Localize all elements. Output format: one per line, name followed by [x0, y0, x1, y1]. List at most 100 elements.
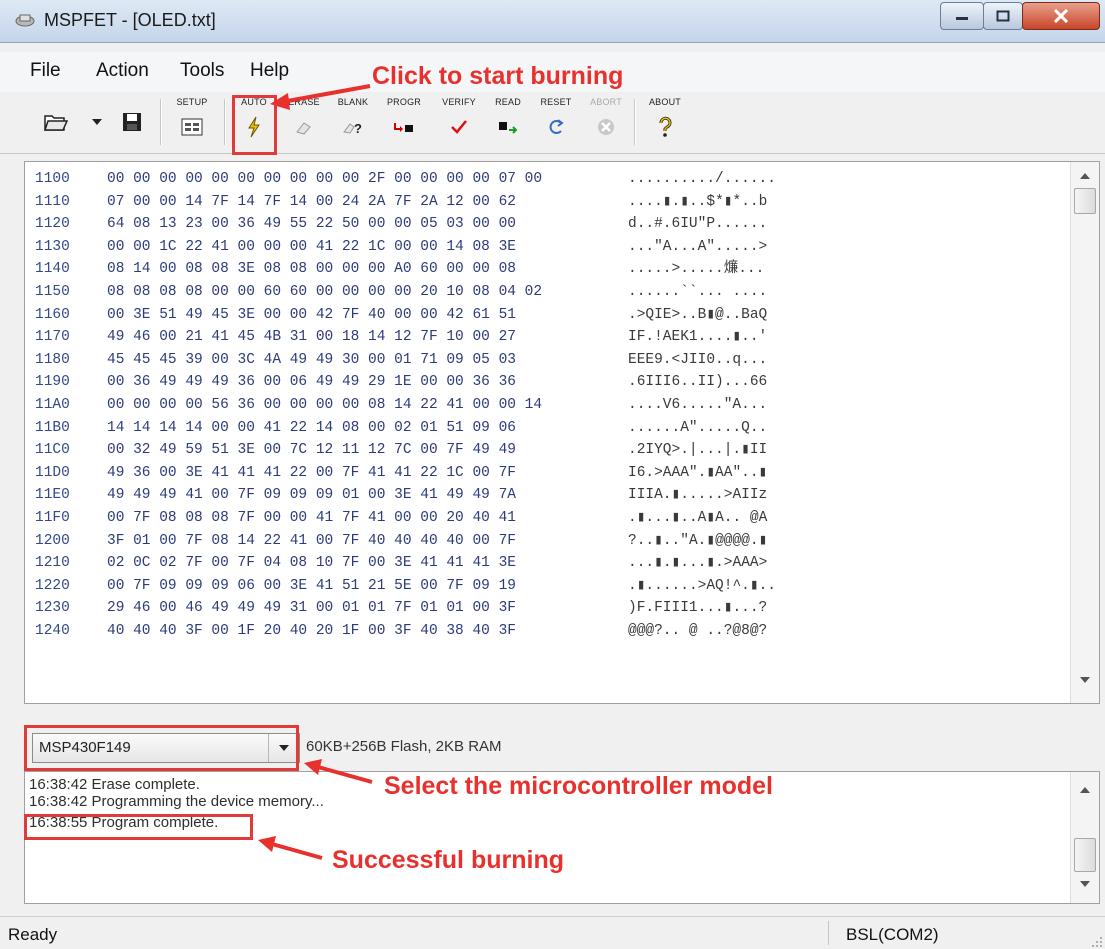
hex-row[interactable]: 11D0 49 36 00 3E 41 41 41 22 00 7F 41 41 … [25, 462, 1069, 485]
hex-row[interactable]: 1240 40 40 40 3F 00 1F 20 40 20 1F 00 3F … [25, 620, 1069, 643]
hex-row[interactable]: 1150 08 08 08 08 00 00 60 60 00 00 00 00 … [25, 281, 1069, 304]
hex-row[interactable]: 1160 00 3E 51 49 45 3E 00 00 42 7F 40 00 … [25, 304, 1069, 327]
program-icon [392, 116, 416, 138]
blank-check-icon: ? [341, 116, 365, 138]
scroll-down-arrow-icon[interactable] [1079, 880, 1091, 888]
title-bar[interactable]: MSPFET - [OLED.txt] [0, 0, 1105, 43]
folder-open-icon [44, 111, 68, 133]
lightning-icon [242, 116, 266, 138]
minimize-button[interactable] [940, 2, 984, 30]
hex-row[interactable]: 1180 45 45 45 39 00 3C 4A 49 49 30 00 01 … [25, 349, 1069, 372]
status-bar: Ready BSL(COM2) [0, 916, 1105, 949]
scroll-up-arrow-icon[interactable] [1079, 786, 1091, 794]
log-vertical-scrollbar[interactable] [1070, 772, 1099, 903]
read-label: READ [495, 97, 521, 107]
reset-label: RESET [540, 97, 572, 107]
hex-row[interactable]: 11E0 49 49 49 41 00 7F 09 09 09 01 00 3E … [25, 484, 1069, 507]
hex-bytes: 00 36 49 49 49 36 00 06 49 49 29 1E 00 0… [107, 374, 516, 391]
toolbar-separator [634, 99, 636, 145]
save-button[interactable] [118, 97, 146, 149]
progr-label: PROGR [386, 97, 421, 107]
hex-address: 1170 [35, 329, 70, 346]
question-icon [653, 116, 677, 138]
hex-ascii: IF.!AEK1....▮..' [628, 329, 768, 346]
scroll-down-arrow-icon[interactable] [1079, 676, 1091, 684]
log-line: 16:38:42 Erase complete. [29, 776, 200, 793]
close-button[interactable] [1022, 2, 1100, 30]
hex-address: 11A0 [35, 397, 70, 413]
hex-ascii: EEE9.<JII0..q... [628, 351, 768, 368]
hex-row[interactable]: 1170 49 46 00 21 41 45 4B 31 00 18 14 12 … [25, 326, 1069, 349]
hex-row[interactable]: 1120 64 08 13 23 00 36 49 55 22 50 00 00 … [25, 213, 1069, 236]
eraser-icon [292, 116, 316, 138]
hex-address: 1140 [35, 261, 70, 278]
about-button[interactable]: ABOUT [642, 97, 688, 149]
hex-row[interactable]: 1110 07 00 00 14 7F 14 7F 14 00 24 2A 7F … [25, 191, 1069, 214]
maximize-icon [996, 10, 1010, 22]
reset-button[interactable]: RESET [532, 97, 580, 149]
hex-row[interactable]: 1190 00 36 49 49 49 36 00 06 49 49 29 1E … [25, 371, 1069, 394]
device-model-select[interactable]: MSP430F149 [32, 733, 300, 763]
hex-bytes: 3F 01 00 7F 08 14 22 41 00 7F 40 40 40 4… [107, 532, 516, 549]
hex-row[interactable]: 1220 00 7F 09 09 09 06 00 3E 41 51 21 5E … [25, 575, 1069, 598]
hex-address: 1200 [35, 532, 70, 549]
hex-bytes: 00 00 00 00 00 00 00 00 00 00 2F 00 00 0… [107, 171, 543, 187]
abort-button[interactable]: ABORT [584, 97, 628, 149]
hex-bytes: 00 7F 09 09 09 06 00 3E 41 51 21 5E 00 7… [107, 577, 516, 594]
hex-row[interactable]: 1140 08 14 00 08 08 3E 08 08 00 00 00 A0 … [25, 258, 1069, 281]
hex-address: 1130 [35, 238, 70, 255]
hex-row[interactable]: 11A0 00 00 00 00 56 36 00 00 00 00 08 14 … [25, 394, 1069, 417]
scroll-up-arrow-icon[interactable] [1079, 172, 1091, 180]
hex-address: 1150 [35, 284, 70, 300]
menu-action[interactable]: Action [96, 60, 149, 82]
open-button[interactable] [40, 97, 72, 149]
setup-label: SETUP [176, 97, 208, 107]
menu-file[interactable]: File [30, 60, 61, 82]
hex-address: 11E0 [35, 487, 70, 504]
hex-row[interactable]: 1130 00 00 1C 22 41 00 00 00 41 22 1C 00 … [25, 236, 1069, 259]
read-button[interactable]: READ [486, 97, 530, 149]
menu-tools[interactable]: Tools [180, 60, 224, 82]
hex-ascii: ...▮.▮...▮.>AAA> [628, 555, 768, 572]
progr-button[interactable]: PROGR [380, 97, 428, 149]
scrollbar-thumb[interactable] [1074, 838, 1096, 872]
menu-help[interactable]: Help [250, 60, 289, 82]
status-connection: BSL(COM2) [846, 925, 939, 944]
setup-button[interactable]: SETUP [166, 97, 218, 149]
device-model-value: MSP430F149 [39, 739, 131, 756]
hex-bytes: 00 3E 51 49 45 3E 00 00 42 7F 40 00 00 4… [107, 306, 516, 323]
hex-vertical-scrollbar[interactable] [1070, 162, 1099, 703]
hex-bytes: 00 00 00 00 56 36 00 00 00 00 08 14 22 4… [107, 397, 543, 413]
toolbar-separator [160, 99, 162, 145]
toolbar: SETUP AUTO ERASE BLANK ? PROGR VERIFY RE… [0, 93, 1105, 154]
hex-ascii: ....V6....."A... [628, 397, 768, 413]
auto-button[interactable]: AUTO [232, 97, 276, 149]
hex-row[interactable]: 11C0 00 32 49 59 51 3E 00 7C 12 11 12 7C … [25, 439, 1069, 462]
chip-programmer-icon [15, 14, 35, 27]
hex-row[interactable]: 11F0 00 7F 08 08 08 7F 00 00 41 7F 41 00 … [25, 507, 1069, 530]
hex-editor[interactable]: 1100 00 00 00 00 00 00 00 00 00 00 2F 00 … [24, 161, 1100, 704]
maximize-button[interactable] [983, 2, 1023, 30]
scrollbar-thumb[interactable] [1074, 188, 1096, 214]
hex-address: 1240 [35, 623, 70, 639]
read-icon [496, 116, 520, 138]
hex-row[interactable]: 11B0 14 14 14 14 00 00 41 22 14 08 00 02 … [25, 417, 1069, 440]
hex-row[interactable]: 1210 02 0C 02 7F 00 7F 04 08 10 7F 00 3E … [25, 552, 1069, 575]
resize-grip-icon[interactable] [1089, 934, 1103, 948]
hex-address: 1210 [35, 555, 70, 572]
log-panel[interactable]: 16:38:42 Erase complete. 16:38:42 Progra… [24, 771, 1100, 904]
auto-label: AUTO [241, 97, 267, 107]
hex-ascii: .▮...▮..A▮A.. @A [628, 510, 768, 526]
blank-button[interactable]: BLANK ? [332, 97, 374, 149]
dropdown-button[interactable] [268, 734, 299, 762]
hex-row[interactable]: 1200 3F 01 00 7F 08 14 22 41 00 7F 40 40 … [25, 530, 1069, 553]
about-label: ABOUT [648, 97, 681, 107]
hex-row[interactable]: 1230 29 46 00 46 49 49 49 31 00 01 01 7F … [25, 597, 1069, 620]
hex-row[interactable]: 1100 00 00 00 00 00 00 00 00 00 00 2F 00 … [25, 168, 1069, 191]
hex-bytes: 00 7F 08 08 08 7F 00 00 41 7F 41 00 00 2… [107, 510, 516, 526]
log-line: 16:38:42 Programming the device memory..… [29, 793, 324, 810]
verify-button[interactable]: VERIFY [434, 97, 484, 149]
erase-button[interactable]: ERASE [282, 97, 326, 149]
open-dropdown-button[interactable] [86, 97, 108, 149]
hex-ascii: ......``... .... [628, 284, 768, 300]
